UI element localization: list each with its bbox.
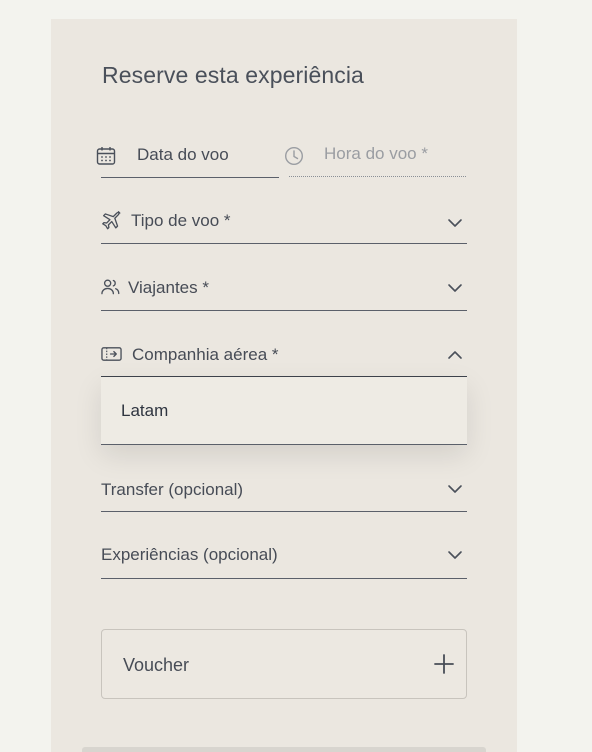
chevron-down-icon [448, 551, 462, 559]
flight-type-underline [101, 243, 467, 244]
flight-time-placeholder: Hora do voo * [324, 144, 428, 163]
experiences-label: Experiências (opcional) [101, 545, 278, 564]
flight-date-underline [101, 177, 279, 178]
clock-icon [284, 146, 304, 166]
travelers-underline [101, 310, 467, 311]
experiences-select[interactable]: Experiências (opcional) [101, 539, 467, 579]
calendar-icon [96, 147, 116, 165]
airline-select[interactable]: Companhia aérea * [101, 339, 467, 378]
airline-option[interactable]: Latam [121, 401, 168, 421]
transfer-select[interactable]: Transfer (opcional) [101, 473, 467, 512]
transfer-label: Transfer (opcional) [101, 480, 244, 499]
flight-date-label: Data do voo [137, 145, 229, 164]
experiences-underline [101, 578, 467, 579]
plus-icon[interactable] [434, 654, 454, 674]
flight-time-underline [289, 176, 466, 177]
users-icon [101, 279, 120, 295]
booking-title: Reserve esta experiência [102, 62, 364, 88]
ticket-icon [101, 347, 122, 361]
chevron-up-icon [448, 351, 462, 359]
flight-type-label: Tipo de voo * [131, 211, 231, 230]
transfer-underline [101, 511, 467, 512]
chevron-down-icon [448, 485, 462, 493]
travelers-select[interactable]: Viajantes * [101, 272, 467, 311]
chevron-down-icon [448, 284, 462, 292]
plane-icon [102, 211, 121, 230]
voucher-toggle[interactable]: Voucher [101, 629, 467, 699]
chevron-down-icon [448, 219, 462, 227]
submit-button-edge[interactable] [82, 747, 486, 752]
flight-time-field[interactable]: Hora do voo * [284, 140, 467, 178]
travelers-label: Viajantes * [128, 278, 209, 297]
voucher-label: Voucher [123, 655, 190, 675]
airline-label: Companhia aérea * [132, 345, 279, 364]
airline-dropdown: Latam [101, 377, 467, 445]
flight-type-select[interactable]: Tipo de voo * [101, 205, 467, 244]
flight-date-field[interactable]: Data do voo [96, 140, 280, 178]
